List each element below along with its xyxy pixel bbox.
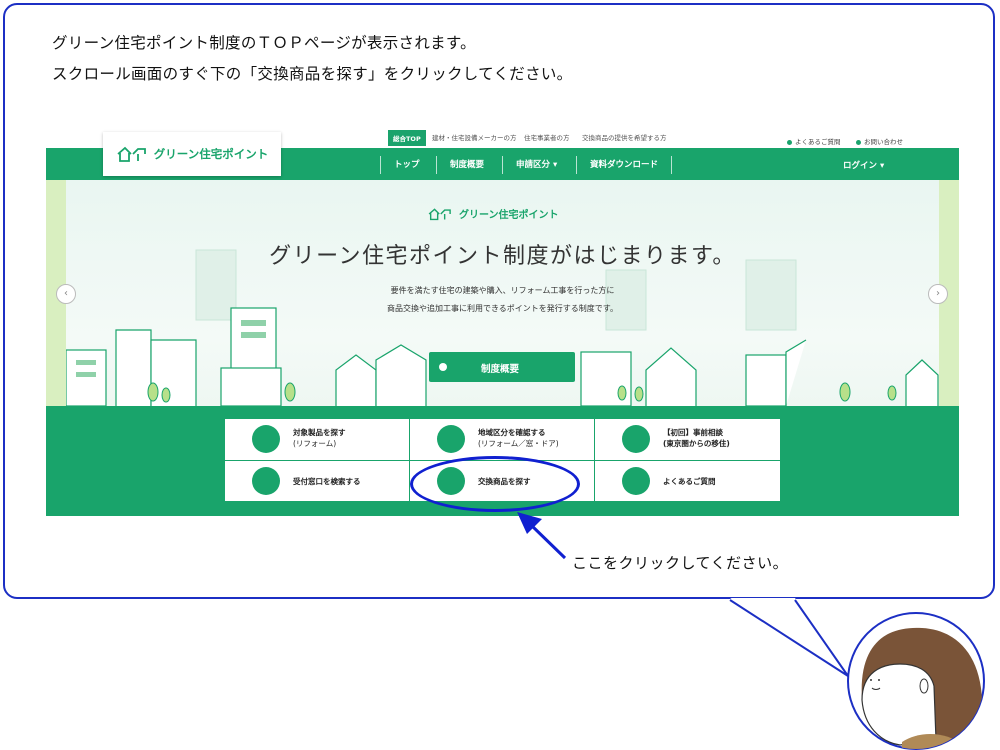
callout-text: ここをクリックしてください。 bbox=[572, 554, 789, 572]
pointer-arrow-icon bbox=[517, 512, 567, 560]
guide-avatar-icon bbox=[847, 612, 985, 750]
annotation-overlay bbox=[517, 512, 985, 750]
speech-tail-fill bbox=[730, 598, 850, 676]
